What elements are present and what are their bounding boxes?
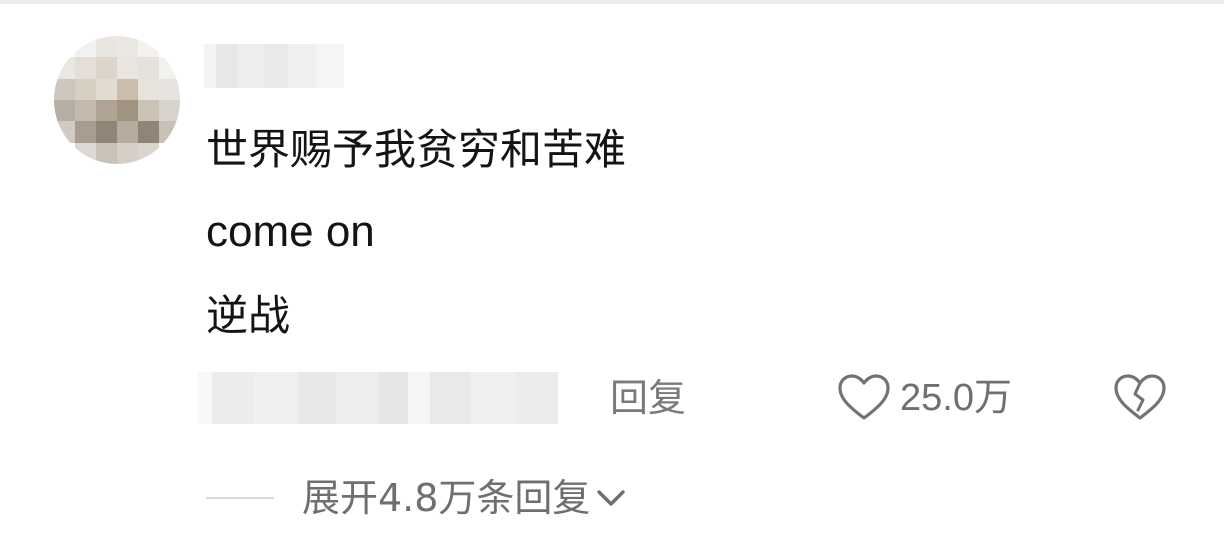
like-button[interactable]: 25.0万 xyxy=(836,370,1012,426)
comment-text-line-2: come on xyxy=(206,207,375,256)
top-edge-divider xyxy=(0,0,1224,4)
broken-heart-icon[interactable] xyxy=(1112,372,1168,424)
heart-outline-icon xyxy=(838,374,890,420)
chevron-down-icon xyxy=(597,490,626,506)
like-count: 25.0万 xyxy=(900,377,1012,419)
avatar[interactable] xyxy=(54,36,180,164)
comment-meta-redacted xyxy=(198,372,558,424)
comment-text-line-1: 世界赐予我贫穷和苦难 xyxy=(206,125,627,174)
comment-text-line-3: 逆战 xyxy=(206,291,291,340)
expand-replies-button[interactable]: 展开4.8万条回复 xyxy=(206,472,628,524)
username-redacted[interactable] xyxy=(204,44,344,88)
expand-divider xyxy=(206,497,274,499)
expand-replies-label: 展开4.8万条回复 xyxy=(302,476,591,520)
reply-button[interactable]: 回复 xyxy=(610,372,686,424)
